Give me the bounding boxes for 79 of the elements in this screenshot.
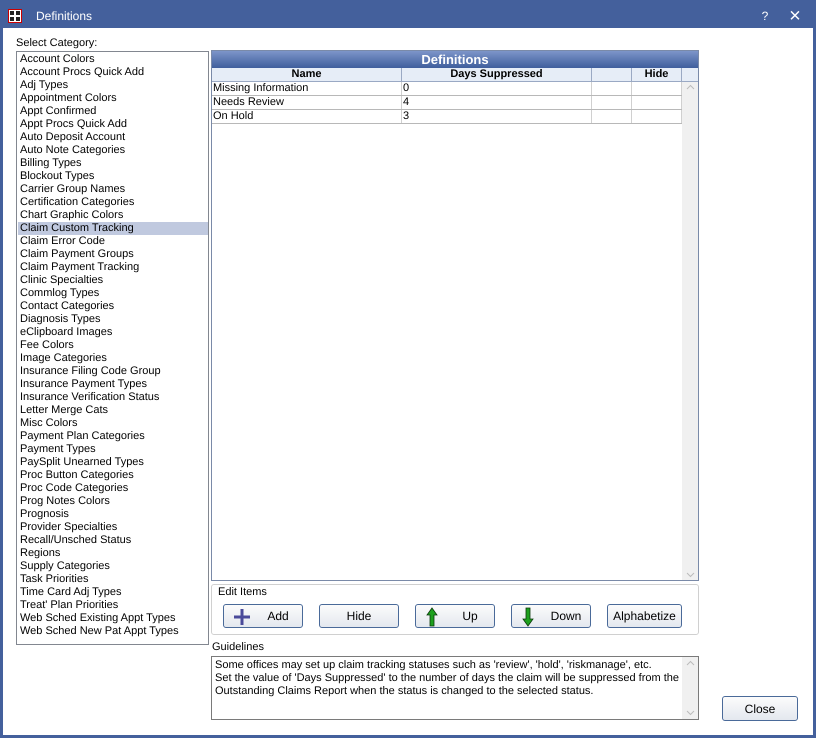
table-cell: Missing Information [212, 82, 402, 95]
window-title: Definitions [36, 8, 92, 24]
category-item[interactable]: Claim Payment Groups [18, 248, 208, 261]
help-button[interactable]: ? [750, 6, 780, 24]
category-item[interactable]: Diagnosis Types [18, 313, 208, 326]
category-item[interactable]: Contact Categories [18, 300, 208, 313]
category-item[interactable]: Supply Categories [18, 560, 208, 573]
category-item[interactable]: Provider Specialties [18, 521, 208, 534]
category-item[interactable]: Appt Confirmed [18, 105, 208, 118]
category-item[interactable]: Payment Types [18, 443, 208, 456]
toolbar-button[interactable]: Hide [319, 604, 399, 628]
arrow-down-icon [522, 607, 534, 627]
table-cell: 3 [402, 110, 592, 123]
category-item[interactable]: Web Sched Existing Appt Types [18, 612, 208, 625]
scroll-up-icon[interactable] [686, 84, 694, 90]
grid-title: Definitions [212, 51, 698, 68]
category-item[interactable]: Fee Colors [18, 339, 208, 352]
category-item[interactable]: Proc Button Categories [18, 469, 208, 482]
table-cell: 0 [402, 82, 592, 95]
scroll-up-icon[interactable] [686, 660, 694, 666]
category-item[interactable]: Claim Custom Tracking [18, 222, 208, 235]
scroll-down-icon[interactable] [686, 572, 694, 578]
category-item[interactable]: Blockout Types [18, 170, 208, 183]
category-item[interactable]: Prognosis [18, 508, 208, 521]
category-item[interactable]: PaySplit Unearned Types [18, 456, 208, 469]
category-item[interactable]: Clinic Specialties [18, 274, 208, 287]
category-item[interactable]: Auto Note Categories [18, 144, 208, 157]
column-header[interactable]: Hide [632, 68, 682, 81]
category-item[interactable]: Task Priorities [18, 573, 208, 586]
category-label: Select Category: [16, 37, 98, 51]
category-item[interactable]: Web Sched New Pat Appt Types [18, 625, 208, 638]
category-item[interactable]: Letter Merge Cats [18, 404, 208, 417]
table-cell: On Hold [212, 110, 402, 123]
category-item[interactable]: Image Categories [18, 352, 208, 365]
toolbar-button[interactable]: Alphabetize [607, 604, 682, 628]
category-item[interactable]: Claim Error Code [18, 235, 208, 248]
category-item[interactable]: Recall/Unsched Status [18, 534, 208, 547]
category-item[interactable]: Certification Categories [18, 196, 208, 209]
category-item[interactable]: Time Card Adj Types [18, 586, 208, 599]
column-header[interactable]: Name [212, 68, 402, 81]
category-item[interactable]: Misc Colors [18, 417, 208, 430]
toolbar-button[interactable]: Up [415, 604, 495, 628]
category-item[interactable]: Account Procs Quick Add [18, 66, 208, 79]
category-item[interactable]: Account Colors [18, 53, 208, 66]
toolbar-button[interactable]: Add [223, 604, 303, 628]
plus-icon [232, 607, 252, 627]
close-button[interactable]: Close [722, 696, 798, 721]
category-item[interactable]: Adj Types [18, 79, 208, 92]
table-cell: Needs Review [212, 96, 402, 109]
category-item[interactable]: Insurance Verification Status [18, 391, 208, 404]
category-item[interactable]: Billing Types [18, 157, 208, 170]
category-item[interactable]: Insurance Filing Code Group [18, 365, 208, 378]
guidelines-text: Some offices may set up claim tracking statuses such as 'review', 'hold', 'riskmanage', etc. Set the value of 'Days Suppressed' to the number of days the claim will be suppressed from the Outstanding Claims Report when the status is changed to the selected status. [214, 658, 680, 699]
category-item[interactable]: Appointment Colors [18, 92, 208, 105]
guidelines-label: Guidelines [211, 641, 265, 654]
category-item[interactable]: Auto Deposit Account [18, 131, 208, 144]
category-item[interactable]: Chart Graphic Colors [18, 209, 208, 222]
category-item[interactable]: Appt Procs Quick Add [18, 118, 208, 131]
vertical-scrollbar[interactable] [682, 82, 698, 580]
close-button[interactable]: × [780, 6, 810, 26]
category-item[interactable]: Regions [18, 547, 208, 560]
arrow-up-icon [426, 607, 438, 627]
category-item[interactable]: Insurance Payment Types [18, 378, 208, 391]
category-item[interactable]: Proc Code Categories [18, 482, 208, 495]
category-item[interactable]: Claim Payment Tracking [18, 261, 208, 274]
category-item[interactable]: eClipboard Images [18, 326, 208, 339]
group-label: Edit Items [218, 586, 267, 599]
category-item[interactable]: Commlog Types [18, 287, 208, 300]
app-grid-icon [8, 8, 22, 22]
column-header[interactable]: Days Suppressed [402, 68, 592, 81]
table-cell: 4 [402, 96, 592, 109]
category-item[interactable]: Treat' Plan Priorities [18, 599, 208, 612]
category-item[interactable]: Payment Plan Categories [18, 430, 208, 443]
scroll-down-icon[interactable] [686, 710, 694, 716]
category-item[interactable]: Carrier Group Names [18, 183, 208, 196]
category-item[interactable]: Prog Notes Colors [18, 495, 208, 508]
category-list[interactable] [16, 51, 209, 645]
toolbar-button[interactable]: Down [511, 604, 591, 628]
guidelines-box[interactable] [211, 656, 699, 720]
